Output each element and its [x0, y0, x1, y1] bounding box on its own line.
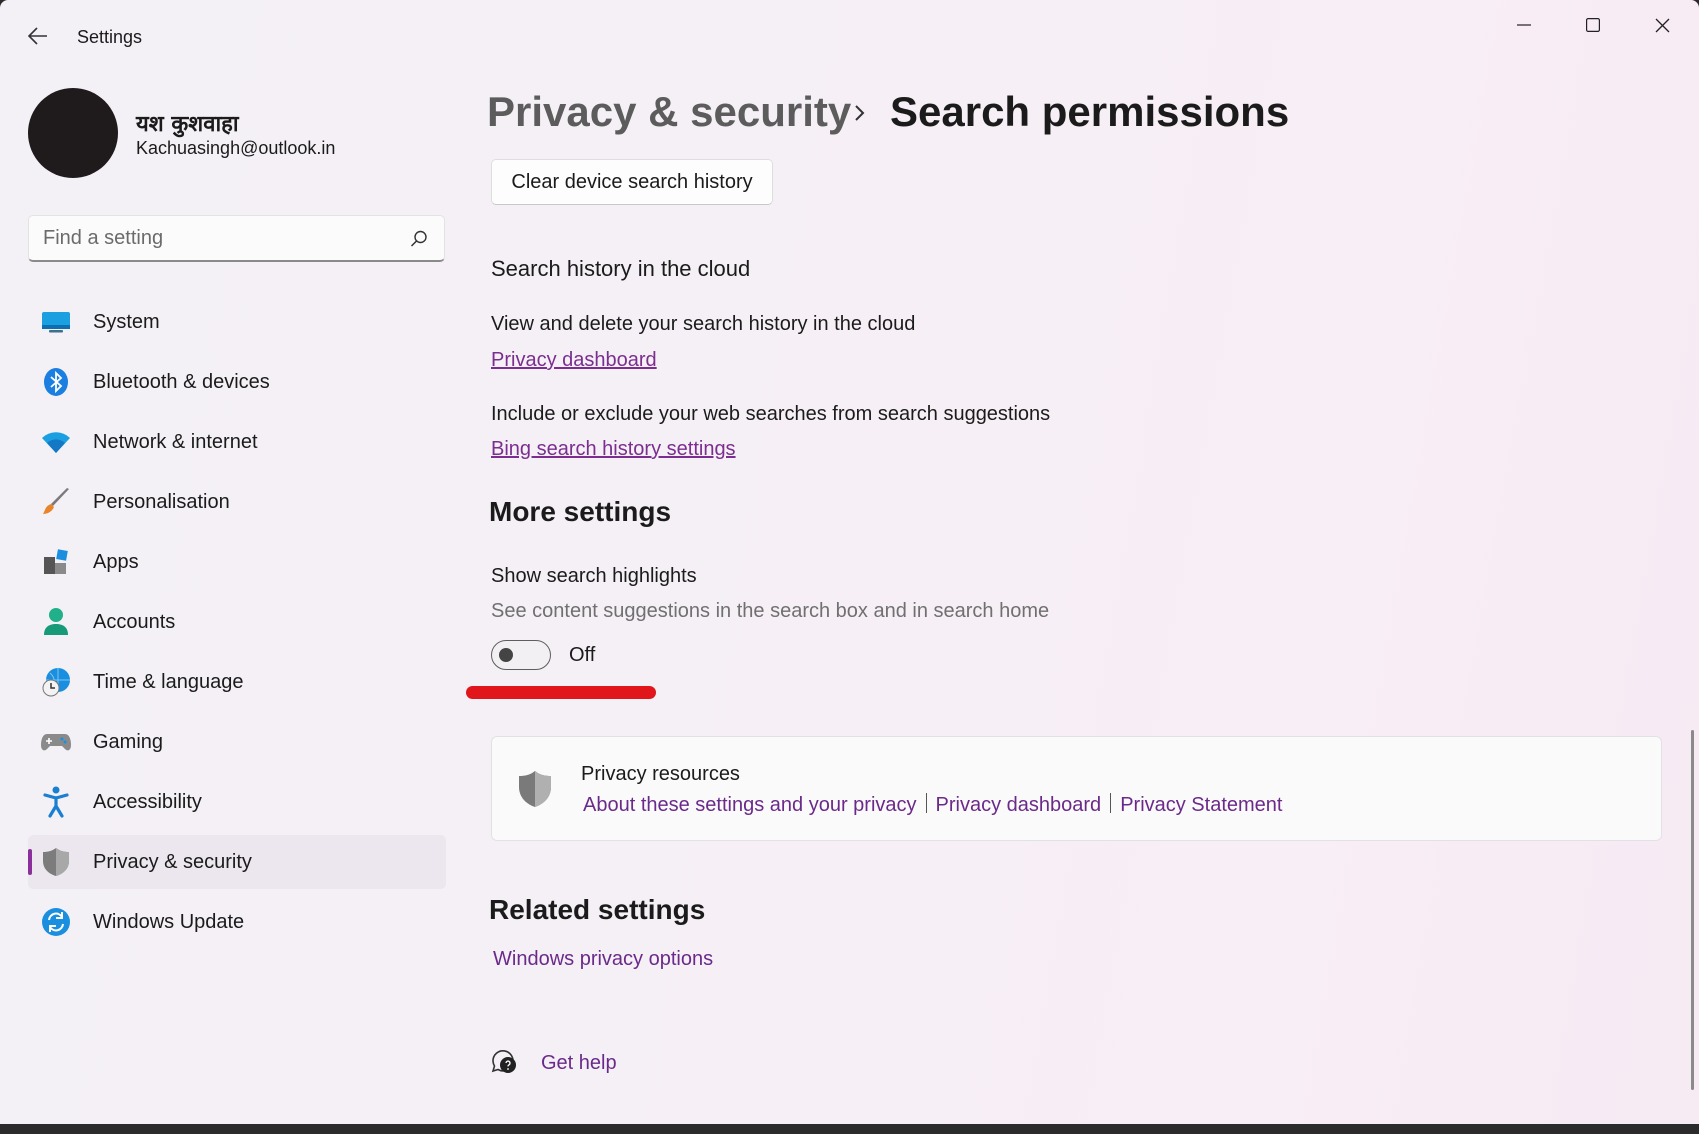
sidebar-item-accessibility[interactable]: Accessibility — [28, 775, 446, 829]
maximize-button[interactable] — [1563, 8, 1623, 42]
more-settings-heading: More settings — [489, 496, 672, 527]
breadcrumb-parent[interactable]: Privacy & security — [487, 88, 851, 136]
user-email: Kachuasingh@outlook.in — [136, 138, 336, 158]
related-settings-heading: Related settings — [489, 894, 706, 925]
close-button[interactable] — [1632, 8, 1692, 42]
search-highlights-title: Show search highlights — [491, 565, 697, 587]
privacy-dashboard-card-link[interactable]: Privacy dashboard — [936, 794, 1102, 816]
sidebar-item-label: Privacy & security — [93, 851, 252, 873]
sidebar-item-gaming[interactable]: Gaming — [28, 715, 446, 769]
get-help-link[interactable]: Get help — [541, 1052, 617, 1075]
cloud-history-heading: Search history in the cloud — [491, 256, 751, 281]
active-indicator — [28, 849, 32, 875]
sidebar-item-label: Apps — [93, 551, 139, 573]
sidebar-item-windows-update[interactable]: Windows Update — [28, 895, 446, 949]
background-strip — [0, 1124, 1699, 1134]
close-icon — [1655, 18, 1669, 32]
minimize-button[interactable] — [1494, 8, 1554, 42]
sidebar-item-system[interactable]: System — [28, 295, 446, 349]
sidebar-item-label: Gaming — [93, 731, 164, 753]
bluetooth-icon — [41, 367, 71, 397]
privacy-resources-card: Privacy resources About these settings a… — [491, 736, 1662, 841]
annotation-underline — [466, 686, 656, 699]
sidebar-item-time-language[interactable]: Time & language — [28, 655, 446, 709]
globe-clock-icon — [41, 667, 71, 697]
shield-icon — [519, 771, 551, 807]
user-name: यश कुशवाहा — [136, 112, 239, 137]
sidebar-nav: System Bluetooth & devices Network & int… — [28, 295, 446, 955]
search-highlights-toggle[interactable] — [491, 640, 551, 670]
update-icon — [41, 907, 71, 937]
bing-description: Include or exclude your web searches fro… — [491, 403, 1051, 425]
shield-icon — [41, 847, 71, 877]
scrollbar[interactable] — [1691, 730, 1694, 1090]
search-box[interactable] — [28, 215, 445, 262]
accessibility-icon — [41, 786, 71, 818]
link-divider — [925, 793, 927, 813]
sidebar-item-label: Network & internet — [93, 431, 258, 453]
sidebar-item-personalisation[interactable]: Personalisation — [28, 475, 446, 529]
search-input[interactable] — [43, 224, 403, 252]
sidebar-item-label: Accounts — [93, 611, 176, 633]
bing-search-history-link[interactable]: Bing search history settings — [491, 438, 736, 461]
privacy-dashboard-link[interactable]: Privacy dashboard — [491, 349, 657, 372]
cloud-history-description: View and delete your search history in t… — [491, 313, 916, 335]
brush-icon — [41, 487, 71, 517]
sidebar-item-apps[interactable]: Apps — [28, 535, 446, 589]
toggle-state-label: Off — [569, 644, 596, 666]
apps-icon — [41, 547, 71, 577]
minimize-icon — [1517, 24, 1531, 26]
maximize-icon — [1586, 18, 1600, 32]
link-divider — [1110, 793, 1112, 813]
avatar[interactable] — [28, 88, 118, 178]
search-highlights-description: See content suggestions in the search bo… — [491, 600, 1050, 622]
windows-privacy-options-link[interactable]: Windows privacy options — [493, 948, 713, 971]
privacy-statement-link[interactable]: Privacy Statement — [1120, 794, 1282, 816]
app-title: Settings — [77, 27, 143, 47]
person-icon — [41, 607, 71, 637]
page-title: Search permissions — [890, 88, 1290, 135]
gamepad-icon — [41, 727, 71, 757]
privacy-resources-links: About these settings and your privacy Pri… — [583, 793, 1282, 817]
sidebar-item-privacy-security[interactable]: Privacy & security — [28, 835, 446, 889]
about-settings-link[interactable]: About these settings and your privacy — [583, 794, 917, 816]
sidebar-item-label: Bluetooth & devices — [93, 371, 270, 393]
sidebar-item-accounts[interactable]: Accounts — [28, 595, 446, 649]
privacy-resources-title: Privacy resources — [581, 763, 740, 785]
sidebar-item-label: Accessibility — [93, 791, 202, 813]
sidebar-item-label: System — [93, 311, 160, 333]
back-button[interactable] — [22, 20, 54, 52]
sidebar-item-label: Time & language — [93, 671, 244, 693]
back-arrow-icon — [28, 27, 47, 45]
search-icon[interactable] — [410, 230, 428, 248]
system-icon — [41, 307, 71, 337]
title-bar: Settings — [0, 0, 1699, 76]
toggle-knob — [499, 648, 513, 662]
sidebar-item-label: Windows Update — [93, 911, 245, 933]
chevron-right-icon — [855, 105, 865, 121]
sidebar-item-label: Personalisation — [93, 491, 230, 513]
sidebar-item-network[interactable]: Network & internet — [28, 415, 446, 469]
sidebar-item-bluetooth[interactable]: Bluetooth & devices — [28, 355, 446, 409]
clear-search-history-button[interactable]: Clear device search history — [491, 159, 773, 205]
wifi-icon — [41, 427, 71, 457]
settings-window: Settings यश कुशवाहा Kachuasingh@outlook.… — [0, 0, 1699, 1134]
get-help-icon[interactable] — [490, 1047, 518, 1075]
